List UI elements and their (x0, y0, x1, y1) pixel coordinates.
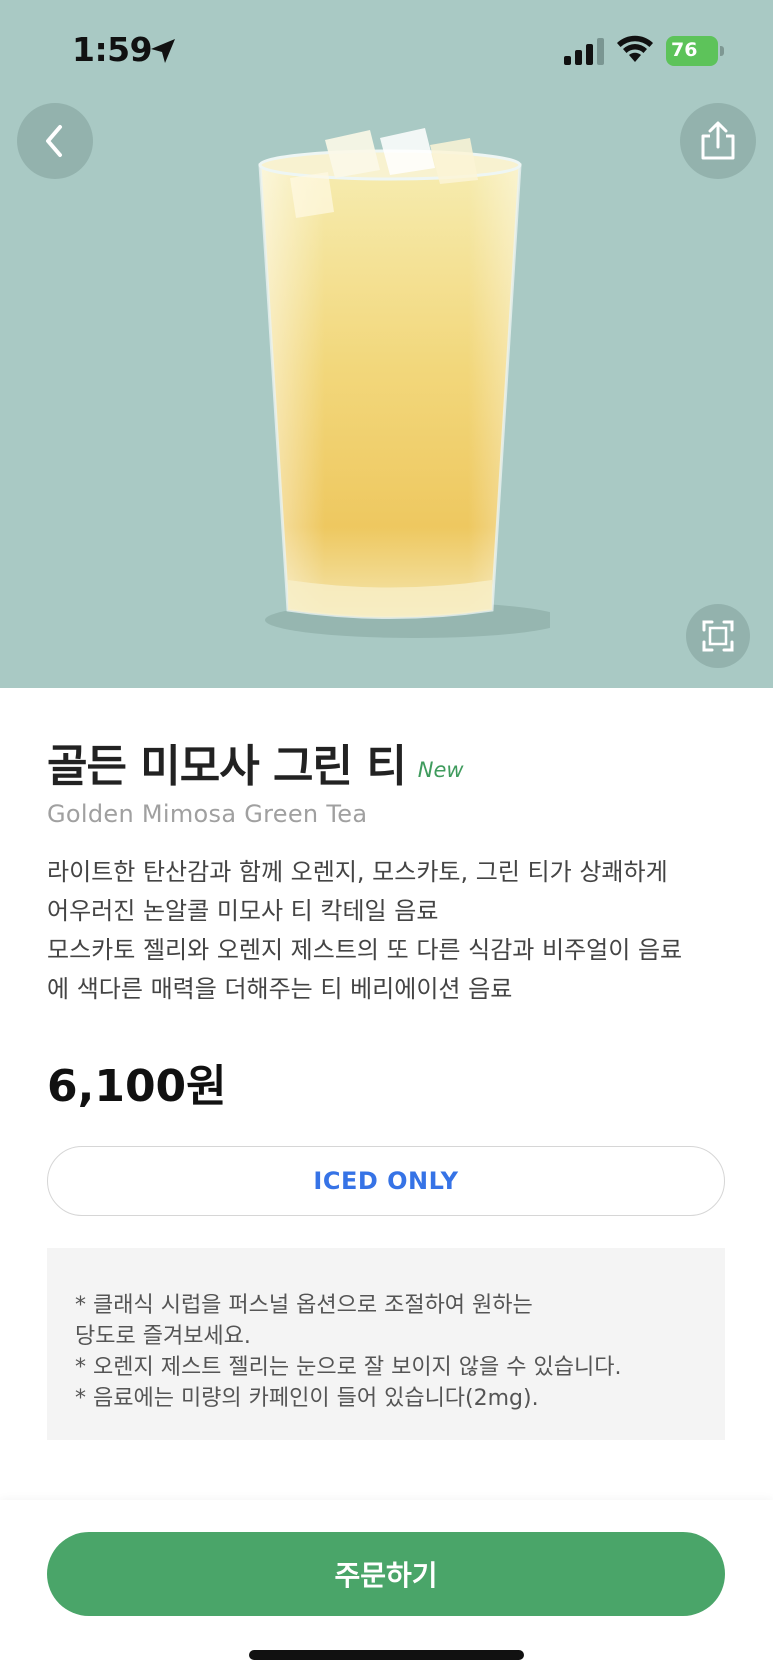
order-button[interactable]: 주문하기 (47, 1532, 725, 1616)
expand-icon (702, 620, 734, 652)
battery-cap (720, 46, 724, 56)
description-line: 라이트한 탄산감과 함께 오렌지, 모스카토, 그린 티가 상쾌하게 (47, 858, 668, 886)
battery-level: 76 (671, 39, 698, 61)
bottom-action-bar: 주문하기 (0, 1500, 773, 1673)
notice-line: * 클래식 시럽을 퍼스널 옵션으로 조절하여 원하는 (75, 1293, 533, 1318)
battery-icon: 76 (666, 36, 718, 66)
home-indicator[interactable] (249, 1650, 524, 1660)
product-english-name: Golden Mimosa Green Tea (47, 800, 368, 828)
notice-line: 당도로 즐겨보세요. (75, 1324, 251, 1349)
notice-line: * 음료에는 미량의 카페인이 들어 있습니다(2mg). (75, 1386, 539, 1411)
wifi-icon (617, 35, 653, 62)
cellular-signal-icon (564, 38, 604, 65)
description-line: 모스카토 젤리와 오렌지 제스트의 또 다른 식감과 비주얼이 음료 (47, 936, 683, 964)
description-line: 에 색다른 매력을 더해주는 티 베리에이션 음료 (47, 975, 513, 1003)
product-description: 라이트한 탄산감과 함께 오렌지, 모스카토, 그린 티가 상쾌하게 어우러진 … (47, 853, 737, 1009)
share-icon (701, 121, 735, 160)
expand-image-button[interactable] (686, 604, 750, 668)
location-arrow-icon (151, 39, 175, 63)
notice-line: * 오렌지 제스트 젤리는 눈으로 잘 보이지 않을 수 있습니다. (75, 1355, 622, 1380)
back-button[interactable] (17, 103, 93, 179)
temperature-option-iced-only[interactable]: ICED ONLY (47, 1146, 725, 1216)
iced-drink-image (258, 128, 550, 638)
new-badge: New (417, 758, 464, 782)
notice-box: * 클래식 시럽을 퍼스널 옵션으로 조절하여 원하는 당도로 즐겨보세요. *… (47, 1248, 725, 1440)
title-row: 골든 미모사 그린 티 New (47, 730, 464, 794)
description-line: 어우러진 논알콜 미모사 티 칵테일 음료 (47, 897, 439, 925)
status-bar: 1:59 76 (0, 0, 773, 104)
product-title: 골든 미모사 그린 티 (47, 741, 407, 792)
battery-indicator: 76 (666, 36, 724, 66)
product-hero: 1:59 76 (0, 0, 773, 688)
status-time: 1:59 (72, 30, 153, 69)
chevron-left-icon (46, 125, 62, 157)
share-button[interactable] (680, 103, 756, 179)
product-price: 6,100원 (47, 1061, 227, 1112)
